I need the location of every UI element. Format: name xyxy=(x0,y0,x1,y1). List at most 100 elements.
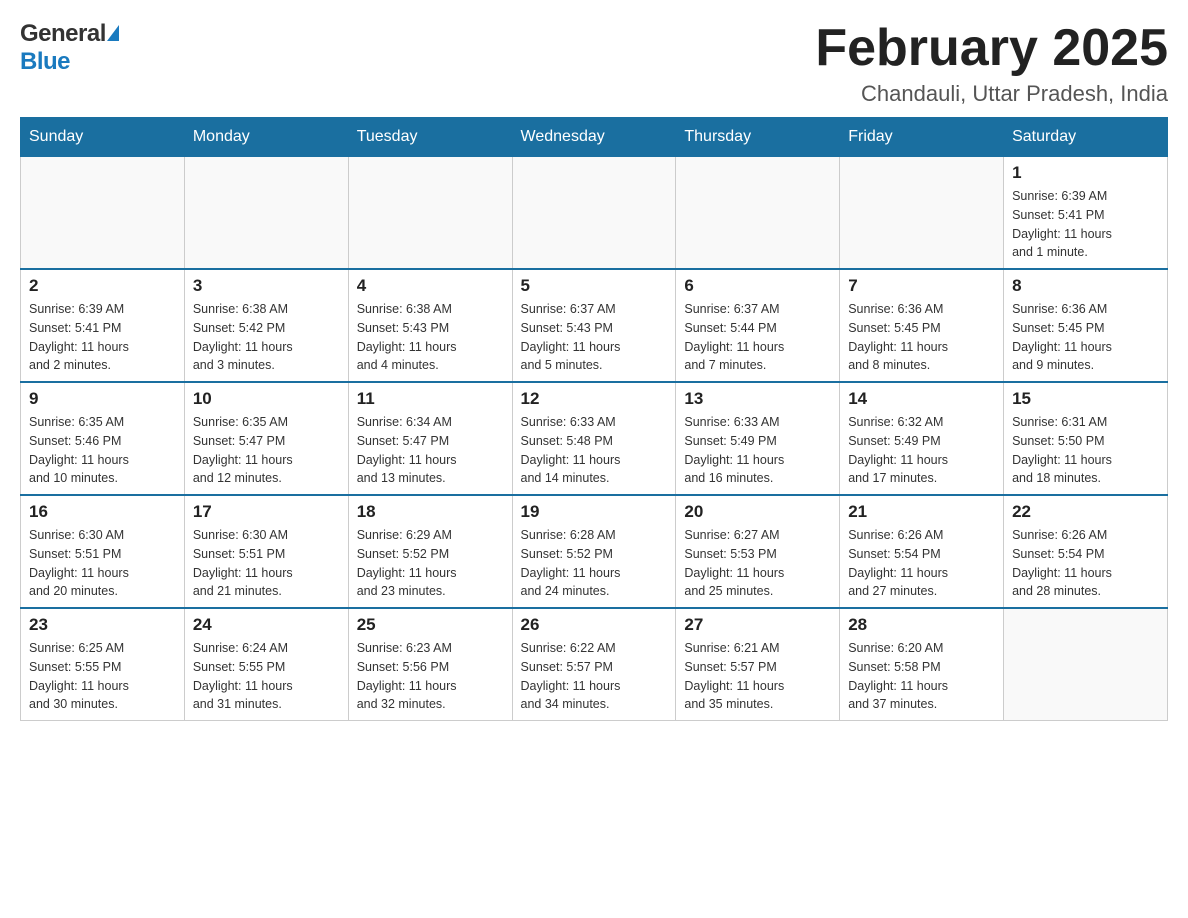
day-number: 18 xyxy=(357,502,504,522)
day-info: Sunrise: 6:35 AMSunset: 5:46 PMDaylight:… xyxy=(29,413,176,488)
day-info: Sunrise: 6:26 AMSunset: 5:54 PMDaylight:… xyxy=(848,526,995,601)
calendar-day: 2Sunrise: 6:39 AMSunset: 5:41 PMDaylight… xyxy=(21,269,185,382)
day-info: Sunrise: 6:26 AMSunset: 5:54 PMDaylight:… xyxy=(1012,526,1159,601)
col-wednesday: Wednesday xyxy=(512,118,676,157)
calendar-week-row: 1Sunrise: 6:39 AMSunset: 5:41 PMDaylight… xyxy=(21,157,1168,270)
day-number: 8 xyxy=(1012,276,1159,296)
day-number: 5 xyxy=(521,276,668,296)
calendar-day: 14Sunrise: 6:32 AMSunset: 5:49 PMDayligh… xyxy=(840,382,1004,495)
day-number: 20 xyxy=(684,502,831,522)
day-number: 14 xyxy=(848,389,995,409)
calendar-day xyxy=(348,157,512,270)
calendar-day: 16 Sunrise: 6:30 AMSunset: 5:51 PMDayligh… xyxy=(21,495,185,608)
calendar-day: 4 Sunrise: 6:38 AMSunset: 5:43 PMDaylight… xyxy=(348,269,512,382)
calendar-day: 11 Sunrise: 6:34 AMSunset: 5:47 PMDayligh… xyxy=(348,382,512,495)
day-info: Sunrise: 6:37 AMSunset: 5:43 PMDaylight:… xyxy=(521,300,668,375)
calendar-body: 1Sunrise: 6:39 AMSunset: 5:41 PMDaylight… xyxy=(21,157,1168,721)
calendar-day: 15 Sunrise: 6:31 AMSunset: 5:50 PMDayligh… xyxy=(1004,382,1168,495)
day-number: 10 xyxy=(193,389,340,409)
day-info: Sunrise: 6:33 AMSunset: 5:49 PMDaylight:… xyxy=(684,413,831,488)
day-number: 28 xyxy=(848,615,995,635)
calendar-day xyxy=(676,157,840,270)
calendar-day: 1Sunrise: 6:39 AMSunset: 5:41 PMDaylight… xyxy=(1004,157,1168,270)
day-number: 23 xyxy=(29,615,176,635)
calendar-day: 10 Sunrise: 6:35 AMSunset: 5:47 PMDayligh… xyxy=(184,382,348,495)
day-info: Sunrise: 6:37 AMSunset: 5:44 PMDaylight:… xyxy=(684,300,831,375)
day-number: 27 xyxy=(684,615,831,635)
day-number: 12 xyxy=(521,389,668,409)
calendar-day xyxy=(184,157,348,270)
calendar-day: 6Sunrise: 6:37 AMSunset: 5:44 PMDaylight… xyxy=(676,269,840,382)
calendar-day: 28 Sunrise: 6:20 AMSunset: 5:58 PMDayligh… xyxy=(840,608,1004,721)
day-info: Sunrise: 6:25 AMSunset: 5:55 PMDaylight:… xyxy=(29,639,176,714)
day-number: 13 xyxy=(684,389,831,409)
day-info: Sunrise: 6:39 AMSunset: 5:41 PMDaylight:… xyxy=(1012,187,1159,262)
day-info: Sunrise: 6:22 AMSunset: 5:57 PMDaylight:… xyxy=(521,639,668,714)
day-info: Sunrise: 6:38 AMSunset: 5:42 PMDaylight:… xyxy=(193,300,340,375)
day-info: Sunrise: 6:29 AMSunset: 5:52 PMDaylight:… xyxy=(357,526,504,601)
day-info: Sunrise: 6:35 AMSunset: 5:47 PMDaylight:… xyxy=(193,413,340,488)
day-number: 3 xyxy=(193,276,340,296)
day-info: Sunrise: 6:34 AMSunset: 5:47 PMDaylight:… xyxy=(357,413,504,488)
header-row: Sunday Monday Tuesday Wednesday Thursday… xyxy=(21,118,1168,157)
day-number: 4 xyxy=(357,276,504,296)
calendar-day: 23 Sunrise: 6:25 AMSunset: 5:55 PMDayligh… xyxy=(21,608,185,721)
day-info: Sunrise: 6:36 AMSunset: 5:45 PMDaylight:… xyxy=(848,300,995,375)
calendar-day: 27Sunrise: 6:21 AMSunset: 5:57 PMDayligh… xyxy=(676,608,840,721)
calendar-day: 25 Sunrise: 6:23 AMSunset: 5:56 PMDayligh… xyxy=(348,608,512,721)
day-info: Sunrise: 6:30 AMSunset: 5:51 PMDaylight:… xyxy=(193,526,340,601)
calendar-day xyxy=(840,157,1004,270)
calendar-day: 7Sunrise: 6:36 AMSunset: 5:45 PMDaylight… xyxy=(840,269,1004,382)
calendar-day: 5 Sunrise: 6:37 AMSunset: 5:43 PMDaylight… xyxy=(512,269,676,382)
day-number: 21 xyxy=(848,502,995,522)
day-info: Sunrise: 6:24 AMSunset: 5:55 PMDaylight:… xyxy=(193,639,340,714)
calendar-week-row: 9 Sunrise: 6:35 AMSunset: 5:46 PMDaylight… xyxy=(21,382,1168,495)
col-friday: Friday xyxy=(840,118,1004,157)
calendar-day xyxy=(512,157,676,270)
calendar-header: Sunday Monday Tuesday Wednesday Thursday… xyxy=(21,118,1168,157)
page-header: General Blue February 2025 Chandauli, Ut… xyxy=(20,20,1168,107)
day-number: 19 xyxy=(521,502,668,522)
day-number: 15 xyxy=(1012,389,1159,409)
day-number: 26 xyxy=(521,615,668,635)
calendar-day xyxy=(21,157,185,270)
day-info: Sunrise: 6:38 AMSunset: 5:43 PMDaylight:… xyxy=(357,300,504,375)
day-number: 16 xyxy=(29,502,176,522)
calendar-day: 21 Sunrise: 6:26 AMSunset: 5:54 PMDayligh… xyxy=(840,495,1004,608)
day-info: Sunrise: 6:33 AMSunset: 5:48 PMDaylight:… xyxy=(521,413,668,488)
day-info: Sunrise: 6:30 AMSunset: 5:51 PMDaylight:… xyxy=(29,526,176,601)
location-subtitle: Chandauli, Uttar Pradesh, India xyxy=(815,81,1168,107)
col-monday: Monday xyxy=(184,118,348,157)
col-saturday: Saturday xyxy=(1004,118,1168,157)
day-number: 9 xyxy=(29,389,176,409)
day-info: Sunrise: 6:36 AMSunset: 5:45 PMDaylight:… xyxy=(1012,300,1159,375)
calendar-week-row: 23 Sunrise: 6:25 AMSunset: 5:55 PMDayligh… xyxy=(21,608,1168,721)
col-sunday: Sunday xyxy=(21,118,185,157)
day-info: Sunrise: 6:31 AMSunset: 5:50 PMDaylight:… xyxy=(1012,413,1159,488)
calendar-table: Sunday Monday Tuesday Wednesday Thursday… xyxy=(20,117,1168,721)
day-number: 24 xyxy=(193,615,340,635)
calendar-day: 12 Sunrise: 6:33 AMSunset: 5:48 PMDayligh… xyxy=(512,382,676,495)
calendar-day: 13 Sunrise: 6:33 AMSunset: 5:49 PMDayligh… xyxy=(676,382,840,495)
col-thursday: Thursday xyxy=(676,118,840,157)
day-info: Sunrise: 6:20 AMSunset: 5:58 PMDaylight:… xyxy=(848,639,995,714)
day-number: 11 xyxy=(357,389,504,409)
day-info: Sunrise: 6:27 AMSunset: 5:53 PMDaylight:… xyxy=(684,526,831,601)
day-number: 17 xyxy=(193,502,340,522)
col-tuesday: Tuesday xyxy=(348,118,512,157)
calendar-day: 8 Sunrise: 6:36 AMSunset: 5:45 PMDaylight… xyxy=(1004,269,1168,382)
day-info: Sunrise: 6:23 AMSunset: 5:56 PMDaylight:… xyxy=(357,639,504,714)
calendar-day: 19 Sunrise: 6:28 AMSunset: 5:52 PMDayligh… xyxy=(512,495,676,608)
title-block: February 2025 Chandauli, Uttar Pradesh, … xyxy=(815,20,1168,107)
calendar-day: 17 Sunrise: 6:30 AMSunset: 5:51 PMDayligh… xyxy=(184,495,348,608)
day-number: 22 xyxy=(1012,502,1159,522)
day-number: 25 xyxy=(357,615,504,635)
day-info: Sunrise: 6:28 AMSunset: 5:52 PMDaylight:… xyxy=(521,526,668,601)
logo-blue-text: Blue xyxy=(20,48,70,75)
calendar-week-row: 16 Sunrise: 6:30 AMSunset: 5:51 PMDayligh… xyxy=(21,495,1168,608)
calendar-day xyxy=(1004,608,1168,721)
calendar-day: 20 Sunrise: 6:27 AMSunset: 5:53 PMDayligh… xyxy=(676,495,840,608)
calendar-week-row: 2Sunrise: 6:39 AMSunset: 5:41 PMDaylight… xyxy=(21,269,1168,382)
calendar-day: 3 Sunrise: 6:38 AMSunset: 5:42 PMDaylight… xyxy=(184,269,348,382)
calendar-day: 24 Sunrise: 6:24 AMSunset: 5:55 PMDayligh… xyxy=(184,608,348,721)
